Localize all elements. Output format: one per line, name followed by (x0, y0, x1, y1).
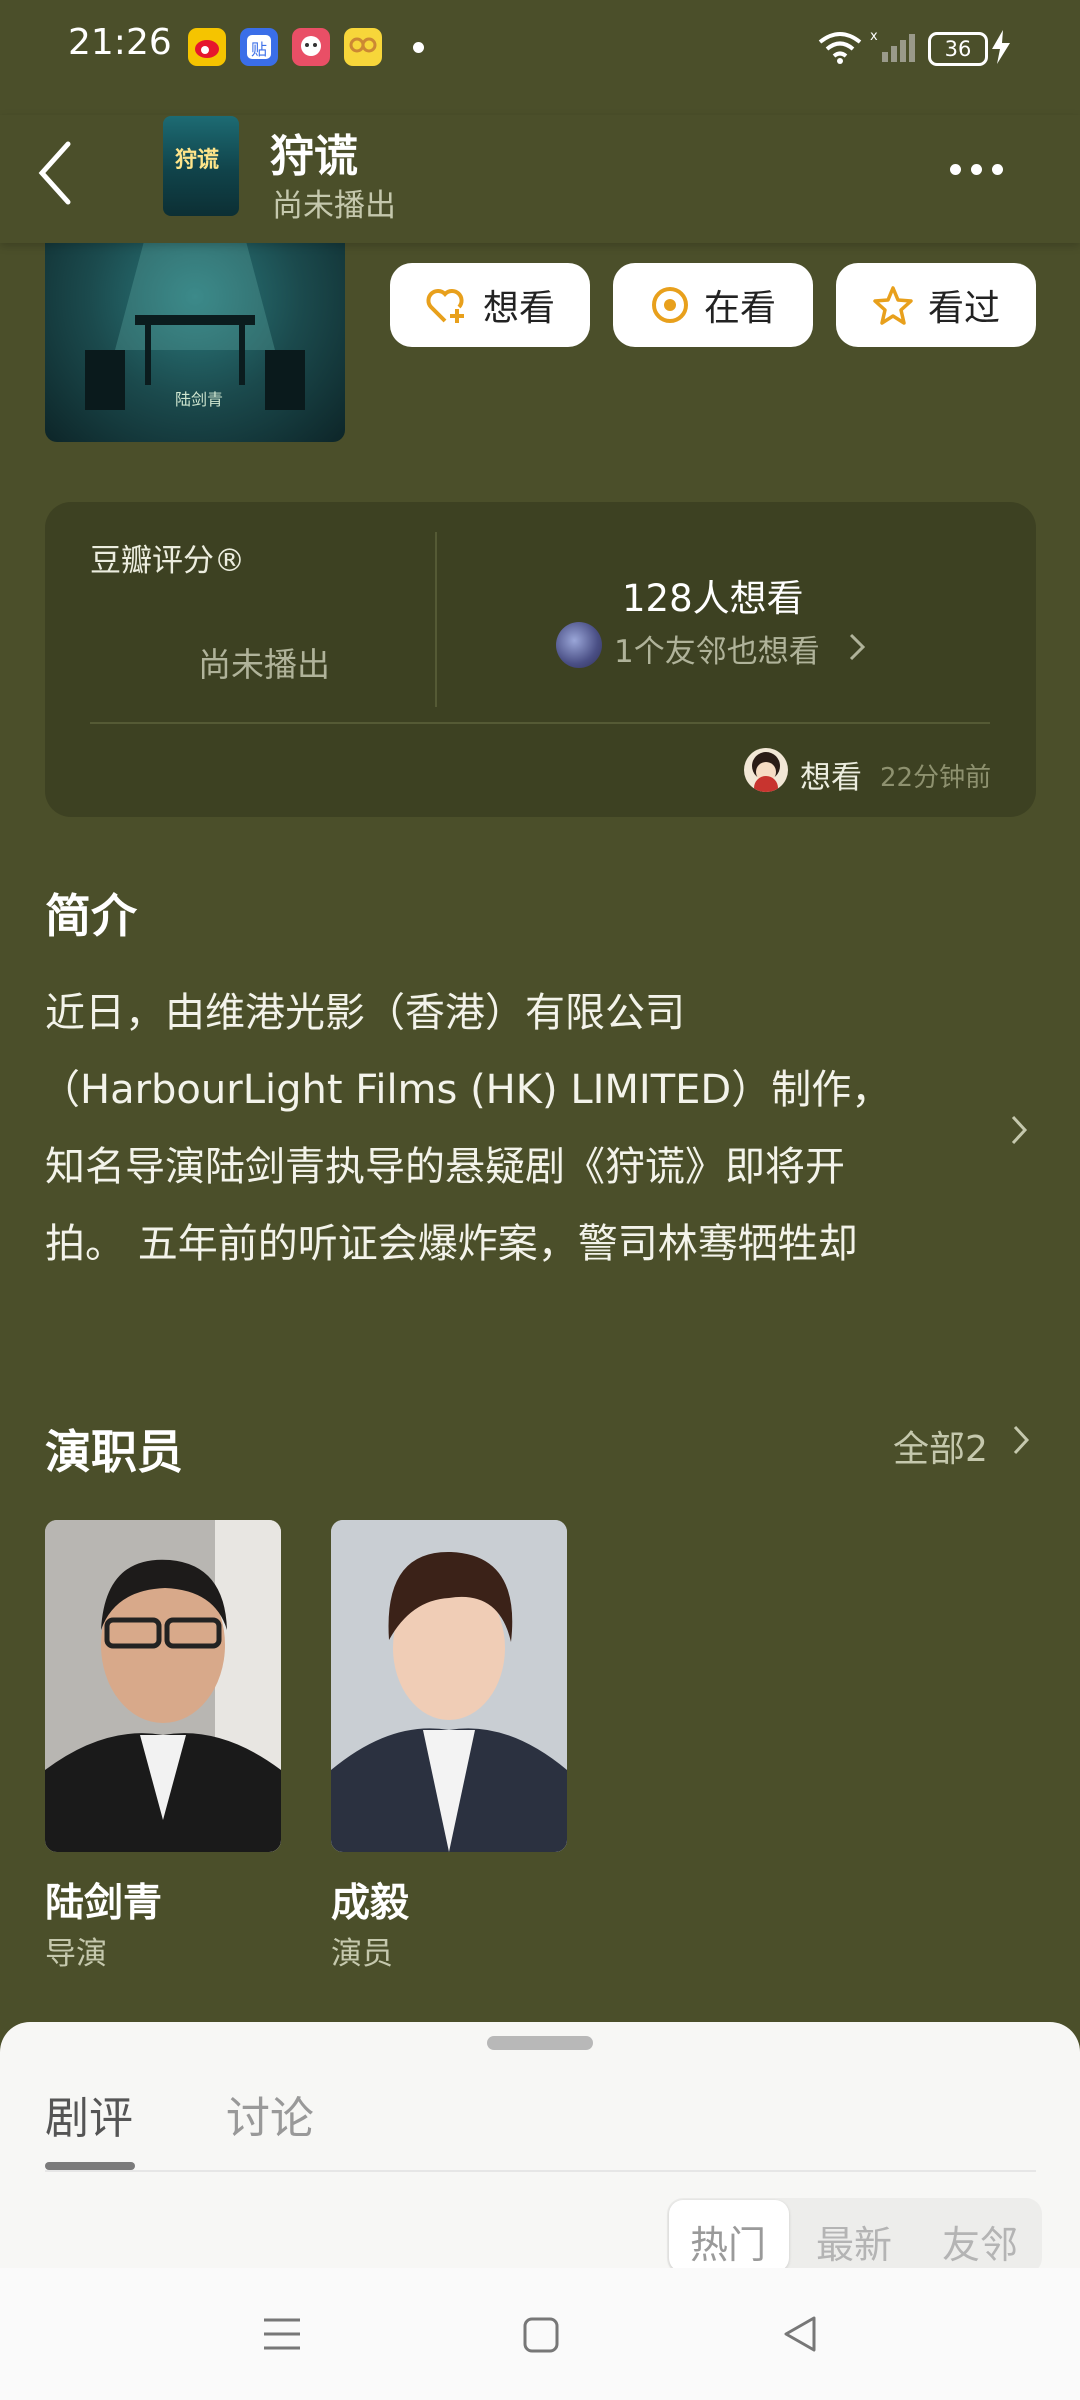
tab-discussion[interactable]: 讨论 (226, 2082, 314, 2146)
watched-label: 看过 (927, 288, 1000, 329)
card-divider (90, 722, 990, 724)
intro-line-4[interactable]: 拍。 五年前的听证会爆炸案，警司林骞牺牲却 (45, 1211, 858, 1269)
heart-plus-icon (426, 288, 464, 323)
cast-chevron-icon[interactable] (1012, 1424, 1030, 1460)
target-icon (651, 287, 688, 323)
watching-label: 在看 (703, 288, 776, 329)
top-app-bar (0, 115, 1080, 243)
header-poster-thumbnail: 狩谎 (163, 116, 239, 216)
intro-expand-chevron-icon[interactable] (1010, 1114, 1028, 1150)
want-count[interactable]: 128人想看 (622, 568, 804, 622)
cast-name-1[interactable]: 陆剑青 (45, 1872, 162, 1928)
chevron-right-icon (848, 632, 866, 666)
back-arrow-icon[interactable] (36, 140, 76, 210)
cast-photo-director[interactable] (45, 1520, 281, 1852)
page-subtitle: 尚未播出 (272, 188, 396, 224)
charging-icon (990, 30, 1012, 68)
recent-time: 22分钟前 (880, 763, 992, 793)
active-tab-indicator (45, 2162, 135, 2170)
want-label: 想看 (482, 288, 555, 329)
friends-want-link[interactable]: 1个友邻也想看 (614, 626, 820, 671)
rating-status: 尚未播出 (198, 645, 330, 684)
cast-role-2: 演员 (331, 1936, 393, 1972)
sheet-divider (45, 2170, 1036, 2172)
menu-icon[interactable] (262, 2316, 302, 2356)
recent-action: 想看 (800, 760, 862, 796)
douban-rating-label: 豆瓣评分® (90, 543, 245, 579)
friend-avatar (556, 622, 602, 668)
want-to-watch-button[interactable]: 想看 (390, 263, 590, 347)
cast-all-link[interactable]: 全部2 (893, 1420, 988, 1472)
wifi-icon (818, 30, 862, 68)
tab-reviews[interactable]: 剧评 (45, 2082, 133, 2146)
filter-friends[interactable]: 友邻 (942, 2214, 1018, 2269)
home-icon[interactable] (522, 2316, 560, 2358)
status-time: 21:26 (68, 22, 172, 63)
signal-icon: x (870, 28, 916, 68)
intro-line-3[interactable]: 知名导演陆剑青执导的悬疑剧《狩谎》即将开 (45, 1134, 845, 1192)
cast-role-1: 导演 (45, 1936, 107, 1972)
cast-title: 演职员 (45, 1425, 183, 1479)
glasses-app-icon (344, 28, 382, 66)
svg-text:贴: 贴 (251, 40, 267, 59)
rating-divider (435, 532, 437, 707)
cast-name-2[interactable]: 成毅 (331, 1872, 409, 1928)
cast-photo-actor[interactable] (331, 1520, 567, 1852)
svg-text:陆剑青: 陆剑青 (175, 390, 223, 409)
game-app-icon (292, 28, 330, 66)
intro-line-2[interactable]: （HarbourLight Films (HK) LIMITED）制作， (40, 1057, 891, 1115)
user-avatar[interactable] (744, 748, 788, 792)
filter-hot[interactable]: 热门 (690, 2214, 766, 2269)
tieba-icon: 贴 (240, 28, 278, 66)
back-triangle-icon[interactable] (780, 2314, 820, 2358)
weibo-icon (188, 28, 226, 66)
watched-button[interactable]: 看过 (836, 263, 1036, 347)
sheet-drag-handle[interactable] (487, 2036, 593, 2050)
filter-latest[interactable]: 最新 (816, 2214, 892, 2269)
thumbnail-title: 狩谎 (175, 148, 220, 173)
battery-indicator: 36 (928, 32, 988, 66)
star-icon (873, 286, 913, 325)
more-options-icon[interactable] (950, 160, 1013, 179)
intro-title: 简介 (45, 889, 137, 943)
watching-button[interactable]: 在看 (613, 263, 813, 347)
intro-line-1[interactable]: 近日，由维港光影（香港）有限公司 (45, 980, 685, 1038)
svg-text:x: x (870, 29, 878, 44)
notification-dot (413, 42, 424, 53)
page-title: 狩谎 (270, 131, 358, 182)
